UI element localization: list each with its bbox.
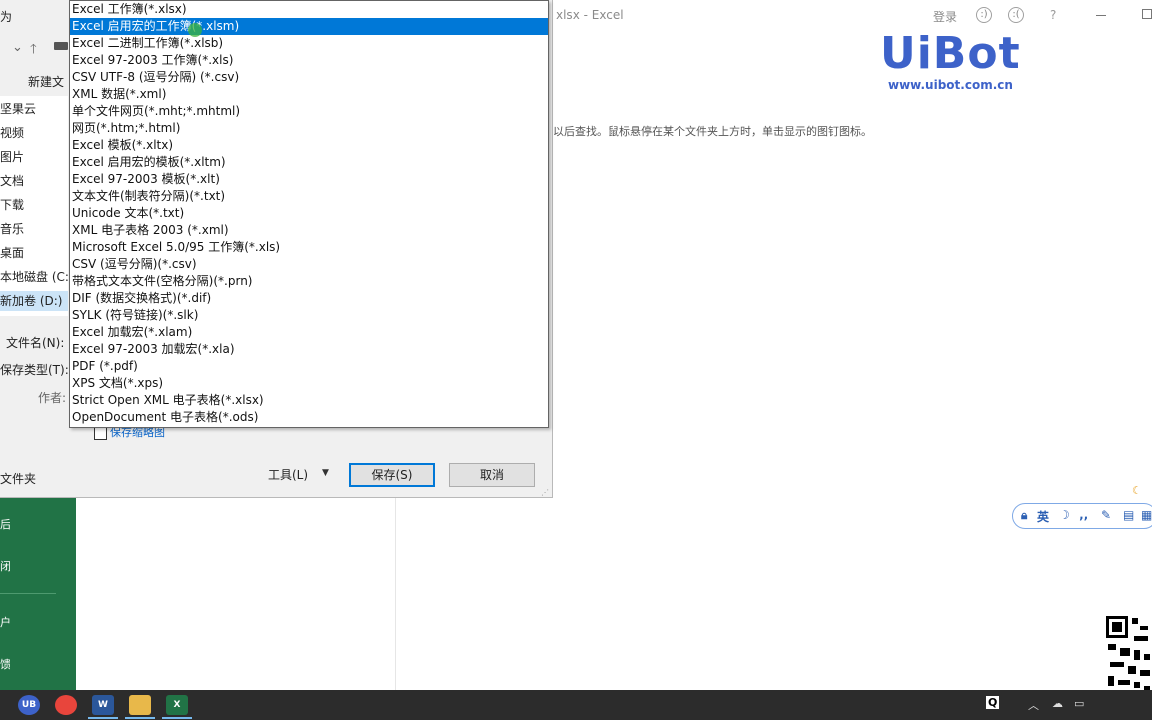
resize-grip-icon[interactable]: ⋰ (541, 488, 549, 497)
chevron-down-icon[interactable]: ⌄ (12, 40, 23, 55)
pin-hint-text: 以后查找。鼠标悬停在某个文件夹上方时，单击显示的图钉图标。 (553, 125, 872, 138)
help-button[interactable]: ? (1050, 8, 1056, 22)
mouse-cursor-highlight (188, 23, 202, 37)
word-app-icon[interactable]: W (92, 695, 114, 715)
save-type-option[interactable]: Excel 97-2003 模板(*.xlt) (70, 171, 548, 188)
lock-icon[interactable]: 🔒︎ (1021, 508, 1027, 523)
chevron-up-icon[interactable]: ︿ (1028, 697, 1039, 713)
cancel-button[interactable]: 取消 (449, 463, 535, 487)
rail-item[interactable]: 后 (0, 516, 10, 532)
dialog-title: 为 (0, 10, 13, 24)
logo-wordmark: UiBot (880, 28, 1021, 79)
save-type-option[interactable]: Excel 97-2003 工作簿(*.xls) (70, 52, 548, 69)
save-type-option[interactable]: XML 电子表格 2003 (*.xml) (70, 222, 548, 239)
save-type-option[interactable]: Unicode 文本(*.txt) (70, 205, 548, 222)
save-type-option[interactable]: Excel 工作簿(*.xlsx) (70, 1, 548, 18)
network-icon[interactable]: ☁ (1052, 697, 1063, 710)
nav-item[interactable]: 桌面 (0, 243, 68, 263)
save-type-option-selected[interactable]: Excel 启用宏的工作簿(*.xlsm) (70, 18, 548, 35)
save-type-option[interactable]: Excel 启用宏的模板(*.xltm) (70, 154, 548, 171)
taskbar: UB W X Q ︿ ☁ ▭ (0, 690, 1152, 720)
save-type-option[interactable]: Excel 二进制工作簿(*.xlsb) (70, 35, 548, 52)
maximize-icon[interactable] (1142, 9, 1152, 19)
clipboard-icon[interactable]: ▤ (1123, 508, 1134, 522)
save-type-option[interactable]: XPS 文档(*.xps) (70, 375, 548, 392)
search-icon[interactable]: Q (986, 696, 1000, 709)
save-type-option[interactable]: 单个文件网页(*.mht;*.mhtml) (70, 103, 548, 120)
ime-language[interactable]: 英 (1037, 508, 1049, 525)
navigation-pane: 坚果云 视频 图片 文档 下载 音乐 桌面 本地磁盘 (C:) 新加卷 (D:) (0, 96, 68, 316)
save-type-option[interactable]: SYLK (符号链接)(*.slk) (70, 307, 548, 324)
save-type-option[interactable]: XML 数据(*.xml) (70, 86, 548, 103)
nav-item[interactable]: 音乐 (0, 219, 68, 239)
wrench-icon[interactable]: ✎ (1101, 508, 1111, 522)
document-title: xlsx - Excel (556, 8, 624, 22)
save-type-option[interactable]: Excel 97-2003 加载宏(*.xla) (70, 341, 548, 358)
file-explorer-icon[interactable] (129, 695, 151, 715)
uibot-app-icon[interactable]: UB (18, 695, 40, 715)
rail-item[interactable]: 馈 (0, 656, 10, 672)
save-type-option[interactable]: DIF (数据交换格式)(*.dif) (70, 290, 548, 307)
logo-url: www.uibot.com.cn (888, 78, 1013, 92)
save-button[interactable]: 保存(S) (349, 463, 435, 487)
nav-item-selected[interactable]: 新加卷 (D:) (0, 291, 68, 311)
display-icon[interactable]: ▭ (1074, 697, 1084, 710)
moon-icon[interactable]: ☽ (1059, 508, 1070, 522)
chrome-app-icon[interactable] (55, 695, 77, 715)
frown-feedback-icon[interactable]: :( (1008, 7, 1024, 23)
save-type-option[interactable]: Excel 模板(*.xltx) (70, 137, 548, 154)
thumbnail-checkbox[interactable] (94, 427, 107, 440)
nav-item[interactable]: 下载 (0, 195, 68, 215)
save-type-option[interactable]: Excel 加载宏(*.xlam) (70, 324, 548, 341)
new-folder-button[interactable]: 新建文 (28, 73, 64, 90)
save-type-option[interactable]: Microsoft Excel 5.0/95 工作簿(*.xls) (70, 239, 548, 256)
active-indicator (125, 717, 155, 719)
filetype-label: 保存类型(T): (0, 363, 69, 377)
save-type-option[interactable]: 带格式文本文件(空格分隔)(*.prn) (70, 273, 548, 290)
tools-menu[interactable]: 工具(L) (268, 466, 308, 483)
author-label: 作者: (38, 391, 67, 405)
grid-icon[interactable]: ▦ (1141, 508, 1152, 522)
rail-item[interactable]: 闭 (0, 558, 10, 574)
up-arrow-icon[interactable]: 🡑 (30, 40, 37, 62)
chevron-down-icon[interactable]: ▼ (322, 468, 329, 478)
save-type-option[interactable]: CSV (逗号分隔)(*.csv) (70, 256, 548, 273)
rail-divider (0, 593, 56, 594)
ime-toolbar: 🔒︎ 英 ☽ ‚‚ ✎ ▤ ▦ (1012, 503, 1152, 529)
save-type-dropdown-list[interactable]: Excel 工作簿(*.xlsx) Excel 启用宏的工作簿(*.xlsm) Ex… (69, 0, 549, 428)
filename-label: 文件名(N): (6, 336, 65, 350)
uibot-logo: UiBot www.uibot.com.cn (880, 28, 1030, 98)
save-type-option[interactable]: PDF (*.pdf) (70, 358, 548, 375)
rail-item[interactable]: 户 (0, 614, 10, 630)
smile-feedback-icon[interactable]: :) (976, 7, 992, 23)
drive-icon (54, 42, 68, 50)
save-type-option[interactable]: Strict Open XML 电子表格(*.xlsx) (70, 392, 548, 409)
excel-app-icon[interactable]: X (166, 695, 188, 715)
nav-item[interactable]: 坚果云 (0, 99, 68, 119)
nav-item[interactable]: 文档 (0, 171, 68, 191)
backstage-middle-panel (76, 496, 396, 690)
save-type-option[interactable]: 网页(*.htm;*.html) (70, 120, 548, 137)
active-indicator (88, 717, 118, 719)
nav-item[interactable]: 视频 (0, 123, 68, 143)
minimize-icon[interactable] (1096, 15, 1106, 16)
active-indicator (162, 717, 192, 719)
punctuation-icon[interactable]: ‚‚ (1079, 508, 1088, 522)
save-type-option[interactable]: OpenDocument 电子表格(*.ods) (70, 409, 548, 426)
save-type-option[interactable]: 文本文件(制表符分隔)(*.txt) (70, 188, 548, 205)
nav-item[interactable]: 图片 (0, 147, 68, 167)
save-type-option[interactable]: CSV UTF-8 (逗号分隔) (*.csv) (70, 69, 548, 86)
nav-item[interactable]: 本地磁盘 (C:) (0, 267, 68, 287)
backstage-rail: 后 闭 户 馈 (0, 496, 76, 690)
hide-folders-toggle[interactable]: 文件夹 (0, 470, 36, 487)
moon-icon: ☾ (1132, 484, 1142, 497)
login-link[interactable]: 登录 (933, 8, 957, 25)
